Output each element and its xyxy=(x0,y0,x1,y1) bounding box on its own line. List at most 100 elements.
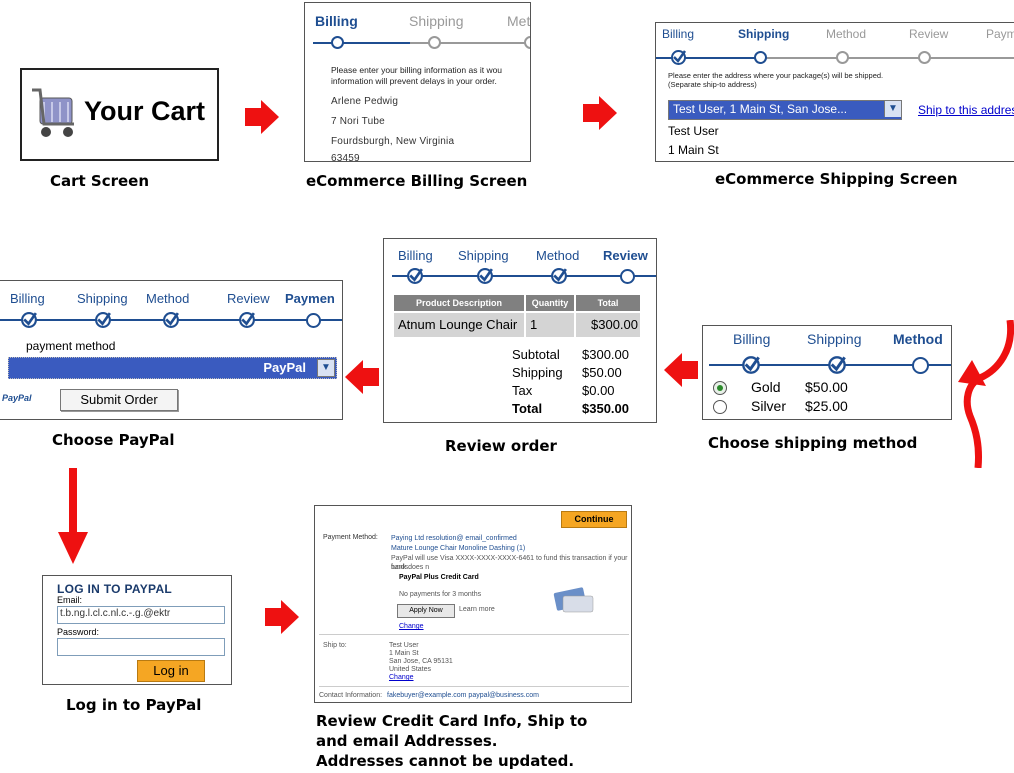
check-circle-icon xyxy=(239,312,255,328)
billing-intro: Please enter your billing information as… xyxy=(331,65,502,87)
paypal-caption: Choose PayPal xyxy=(52,431,175,449)
billing-street: 7 Nori Tube xyxy=(331,116,385,127)
progress-line-grey xyxy=(760,57,1014,59)
option-silver-label: Silver xyxy=(751,398,787,414)
learn-more-link[interactable]: Learn more xyxy=(459,605,495,614)
ship-to-label: Ship to: xyxy=(323,642,347,649)
step-billing: Billing xyxy=(315,13,358,29)
submit-order-button[interactable]: Submit Order xyxy=(60,389,178,411)
step-billing: Billing xyxy=(10,291,45,306)
check-circle-icon xyxy=(742,356,760,374)
payment-select[interactable]: PayPal ▼ xyxy=(8,357,337,379)
shipping-label: Shipping xyxy=(512,365,563,380)
step-circle-billing xyxy=(331,36,344,49)
divider xyxy=(319,686,629,687)
col-header-product: Product Description xyxy=(394,295,524,311)
step-payment: Paymen xyxy=(285,291,335,306)
billing-name: Arlene Pedwig xyxy=(331,96,399,107)
paypal-logo: PayPal xyxy=(2,393,32,403)
payment-select-value: PayPal xyxy=(263,360,306,375)
step-circle-payment xyxy=(306,313,321,328)
step-circle-method xyxy=(912,357,929,374)
ship-change-link[interactable]: Change xyxy=(389,673,414,682)
step-method: Method xyxy=(536,248,580,263)
dropdown-arrow-icon: ▼ xyxy=(317,359,335,377)
address-select-value: Test User, 1 Main St, San Jose... xyxy=(673,102,848,116)
dropdown-arrow-icon: ▼ xyxy=(884,101,901,117)
table-cell-total: $300.00 xyxy=(576,313,640,337)
payment-line: funds. xyxy=(391,564,411,571)
login-caption: Log in to PayPal xyxy=(66,696,202,714)
change-link[interactable]: Change xyxy=(399,622,424,631)
ship-to-address-link[interactable]: Ship to this addres xyxy=(918,103,1014,117)
shipping-name: Test User xyxy=(668,124,719,138)
step-circle-review xyxy=(918,51,931,64)
cart-title: Your Cart xyxy=(84,96,206,126)
billing-zip: 63459 xyxy=(331,153,360,162)
email-label: Email: xyxy=(57,595,83,605)
arrow-right-1 xyxy=(245,100,279,134)
step-review: Review xyxy=(227,291,270,306)
review-caption: Review order xyxy=(445,437,557,455)
step-shipping: Shipping xyxy=(458,248,509,263)
shipping-caption: eCommerce Shipping Screen xyxy=(715,170,958,188)
address-select[interactable]: Test User, 1 Main St, San Jose... ▼ xyxy=(668,100,902,120)
step-method: Method xyxy=(826,27,867,41)
subtotal-value: $300.00 xyxy=(582,347,629,362)
shipping-intro: Please enter the address where your pack… xyxy=(668,71,883,89)
step-circle-method xyxy=(524,36,530,49)
check-circle-icon xyxy=(828,356,846,374)
total-label: Total xyxy=(512,401,543,416)
billing-intro-line: information will prevent delays in your … xyxy=(331,76,497,86)
credit-title: PayPal Plus Credit Card xyxy=(399,574,479,581)
login-button[interactable]: Log in xyxy=(137,660,205,682)
table-cell-quantity: 1 xyxy=(526,313,574,337)
review-cc-panel: Continue Payment Method: Paying Ltd reso… xyxy=(314,505,632,703)
payment-line: PayPal will use Visa XXXX-XXXX-XXXX-6461… xyxy=(391,555,628,571)
progress-line xyxy=(392,275,656,277)
email-field[interactable]: t.b.ng.l.cl.c.nl.c.-.g.@ektr xyxy=(57,606,225,624)
method-panel: Billing Shipping Method Gold $50.00 Silv… xyxy=(702,325,952,420)
shipping-intro-line: (Separate ship-to address) xyxy=(668,80,757,89)
check-circle-icon xyxy=(477,268,493,284)
step-billing: Billing xyxy=(662,27,695,41)
step-method: Met xyxy=(507,13,531,29)
method-caption: Choose shipping method xyxy=(708,434,918,452)
continue-button[interactable]: Continue xyxy=(561,511,627,528)
step-billing: Billing xyxy=(398,248,433,263)
check-circle-icon xyxy=(407,268,423,284)
step-payment: Paym xyxy=(986,27,1014,41)
password-field[interactable] xyxy=(57,638,225,656)
check-circle-icon xyxy=(21,312,37,328)
review-cc-caption-line1: Review Credit Card Info, Ship to xyxy=(316,712,588,730)
billing-intro-line: Please enter your billing information as… xyxy=(331,65,503,75)
step-method: Method xyxy=(146,291,190,306)
payment-head: Paying Ltd resolution@ email_confirmed xyxy=(391,535,517,542)
arrow-down xyxy=(58,468,88,564)
shipping-street: 1 Main St xyxy=(668,143,719,157)
step-circle-review xyxy=(620,269,635,284)
step-shipping: Shipping xyxy=(409,13,464,29)
email-value: t.b.ng.l.cl.c.nl.c.-.g.@ektr xyxy=(60,608,171,619)
step-shipping: Shipping xyxy=(807,331,862,347)
contact-label: Contact Information: xyxy=(319,692,383,699)
review-cc-caption-line3: Addresses cannot be updated. xyxy=(316,752,575,770)
table-cell-product: Atnum Lounge Chair xyxy=(394,313,524,337)
arrow-left-1 xyxy=(664,353,698,387)
shipping-panel: Billing Shipping Method Review Paym Plea… xyxy=(655,22,1014,162)
divider xyxy=(319,634,629,635)
billing-panel: Billing Shipping Met Please enter your b… xyxy=(304,2,531,162)
step-review: Review xyxy=(603,248,648,263)
apply-now-button[interactable]: Apply Now xyxy=(397,604,455,618)
radio-dot xyxy=(717,385,723,391)
login-panel: LOG IN TO PAYPAL Email: t.b.ng.l.cl.c.nl… xyxy=(42,575,232,685)
radio-gold[interactable] xyxy=(713,381,727,395)
radio-silver[interactable] xyxy=(713,400,727,414)
login-title: LOG IN TO PAYPAL xyxy=(57,582,173,596)
subtotal-label: Subtotal xyxy=(512,347,560,362)
review-panel: Billing Shipping Method Review Product D… xyxy=(383,238,657,423)
option-silver-price: $25.00 xyxy=(805,398,848,414)
check-circle-icon xyxy=(551,268,567,284)
tax-label: Tax xyxy=(512,383,533,398)
step-method: Method xyxy=(893,331,943,347)
